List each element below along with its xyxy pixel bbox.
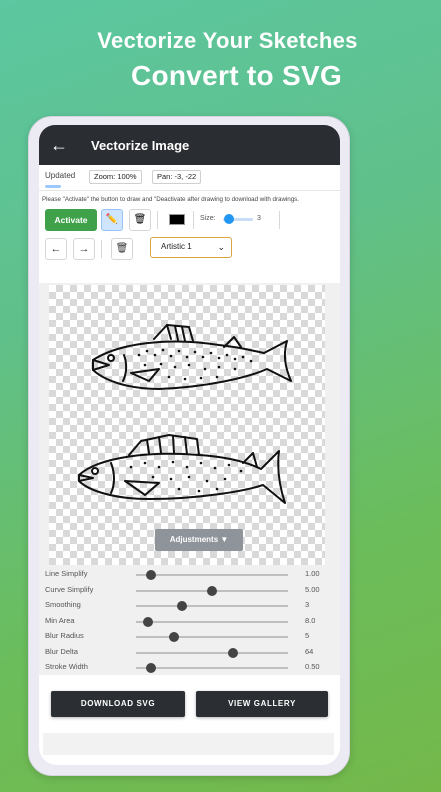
param-label: Blur Radius [45, 631, 84, 640]
param-value: 5 [305, 631, 310, 640]
param-row: Stroke Width 0.50 [45, 662, 335, 676]
size-slider-thumb[interactable] [224, 214, 234, 224]
fish-sketch-image [78, 324, 292, 504]
param-value: 5.00 [305, 584, 320, 594]
param-row: Smoothing 3 [45, 600, 335, 614]
size-label: Size: [200, 215, 216, 222]
param-slider-thumb[interactable] [143, 616, 154, 627]
bottom-bar [43, 733, 334, 755]
trash-icon[interactable]: 🗑 [111, 238, 133, 260]
param-slider-track[interactable] [136, 636, 288, 638]
param-value: 8.0 [305, 615, 316, 625]
param-label: Blur Delta [45, 646, 78, 656]
promo-headline-2: Convert to SVG [130, 60, 343, 91]
canvas-area: Adjustments ▼ Line Simplify 1.00 Curve Sim… [39, 283, 340, 675]
param-slider-thumb[interactable] [146, 570, 157, 580]
param-slider-thumb[interactable] [207, 585, 217, 596]
draw-toolbar: Activate ✏️ 🗑 Size: 3 [39, 204, 340, 234]
promo-headline-1: Vectorize Your Sketches [97, 28, 358, 53]
chevron-down-icon: ⌄ [217, 242, 225, 252]
param-slider-track[interactable] [136, 620, 288, 623]
divider [279, 211, 280, 229]
param-value: 0.50 [305, 662, 320, 671]
activate-button[interactable]: Activate [45, 209, 97, 231]
param-slider-track[interactable] [136, 651, 288, 654]
status-updated: Updated [45, 171, 76, 180]
divider [157, 211, 158, 229]
instruction-text: Please "Activate" the button to draw and… [39, 190, 340, 204]
param-value: 3 [305, 600, 310, 609]
param-slider-track[interactable] [136, 605, 288, 607]
app-screen: ← Vectorize Image Updated Zoom: 100% Pan… [39, 125, 340, 765]
footer-actions: DOWNLOAD SVG VIEW GALLERY [39, 685, 340, 729]
param-slider-thumb[interactable] [146, 663, 157, 673]
view-gallery-button[interactable]: VIEW GALLERY [196, 691, 328, 717]
size-value: 3 [257, 215, 261, 222]
download-svg-button[interactable]: DOWNLOAD SVG [51, 691, 185, 717]
param-label: Curve Simplify [45, 584, 94, 594]
app-bar: ← Vectorize Image [39, 125, 340, 165]
arrow-left-icon[interactable]: ← [39, 125, 79, 165]
param-value: 1.00 [305, 569, 320, 578]
page-title: Vectorize Image [91, 137, 190, 153]
param-slider-thumb[interactable] [228, 647, 239, 658]
param-slider-thumb[interactable] [176, 601, 187, 611]
divider [101, 240, 102, 258]
param-slider-thumb[interactable] [169, 632, 179, 642]
divider [193, 211, 194, 229]
param-label: Smoothing [45, 600, 81, 609]
adjustments-button[interactable]: Adjustments ▼ [155, 529, 243, 551]
param-row: Curve Simplify 5.00 [45, 585, 335, 599]
eraser-icon[interactable]: 🗑 [129, 209, 151, 231]
history-toolbar: ← → 🗑 Artistic 1 ⌄ [39, 234, 340, 264]
param-value: 64 [305, 646, 314, 656]
param-label: Stroke Width [45, 662, 88, 671]
undo-button[interactable]: ← [45, 238, 67, 260]
style-select-value: Artistic 1 [161, 242, 192, 251]
pan-chip: Pan: -3, -22 [152, 170, 202, 184]
param-slider-track[interactable] [136, 667, 288, 669]
color-picker[interactable] [169, 214, 185, 225]
param-label: Min Area [45, 615, 75, 625]
drawing-canvas[interactable]: Adjustments ▼ [49, 285, 325, 565]
zoom-chip: Zoom: 100% [89, 170, 142, 184]
status-indicator [45, 185, 61, 188]
param-row: Line Simplify 1.00 [45, 569, 335, 583]
style-select[interactable]: Artistic 1 ⌄ [150, 237, 232, 258]
param-label: Line Simplify [45, 569, 88, 578]
pencil-icon[interactable]: ✏️ [101, 209, 123, 231]
param-row: Min Area 8.0 [45, 616, 335, 630]
redo-button[interactable]: → [73, 238, 95, 260]
param-row: Blur Radius 5 [45, 631, 335, 645]
status-row: Updated Zoom: 100% Pan: -3, -22 [39, 165, 340, 188]
param-row: Blur Delta 64 [45, 647, 335, 661]
param-slider-track[interactable] [136, 574, 288, 576]
